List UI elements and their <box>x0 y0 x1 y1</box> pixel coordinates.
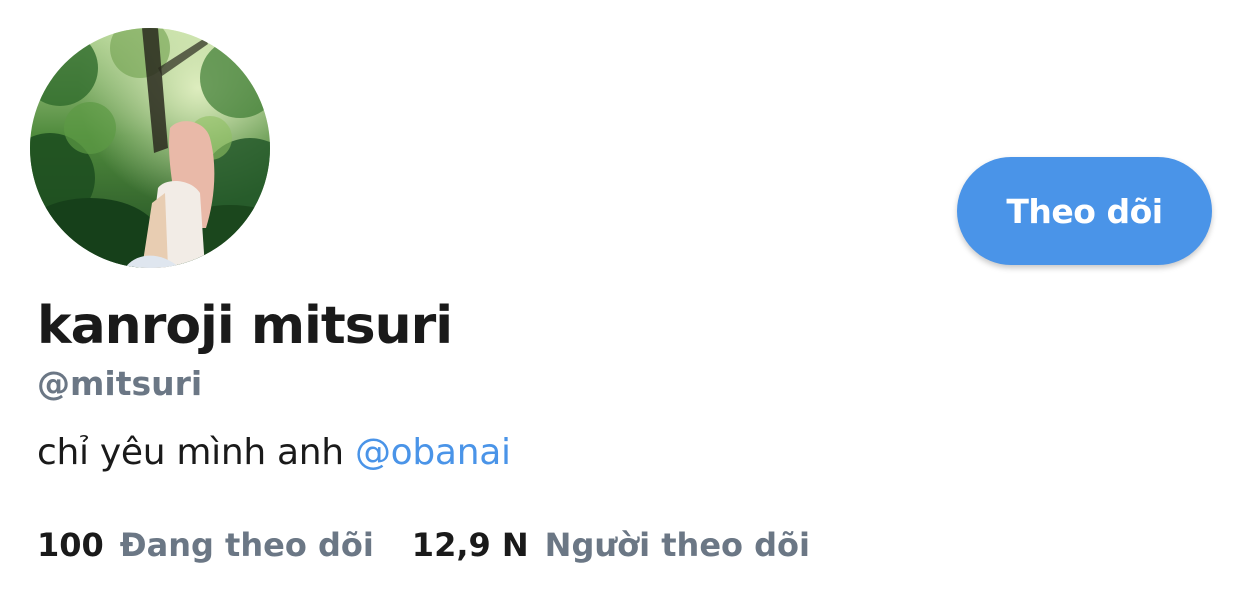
user-handle: @mitsuri <box>37 364 203 403</box>
following-label: Đang theo dõi <box>119 526 374 564</box>
avatar-photo <box>30 28 270 268</box>
bio-text: chỉ yêu mình anh <box>37 432 355 473</box>
followers-stat[interactable]: 12,9 N Người theo dõi <box>412 526 810 564</box>
bio: chỉ yêu mình anh @obanai <box>37 432 511 473</box>
profile-stats: 100 Đang theo dõi 12,9 N Người theo dõi <box>37 526 810 564</box>
followers-count: 12,9 N <box>411 526 529 564</box>
bio-mention-link[interactable]: @obanai <box>355 432 511 473</box>
followers-label: Người theo dõi <box>544 526 810 564</box>
display-name: kanroji mitsuri <box>37 296 453 356</box>
following-stat[interactable]: 100 Đang theo dõi <box>37 526 374 564</box>
following-count: 100 <box>37 526 104 564</box>
follow-button[interactable]: Theo dõi <box>957 157 1212 265</box>
avatar[interactable] <box>30 28 270 268</box>
